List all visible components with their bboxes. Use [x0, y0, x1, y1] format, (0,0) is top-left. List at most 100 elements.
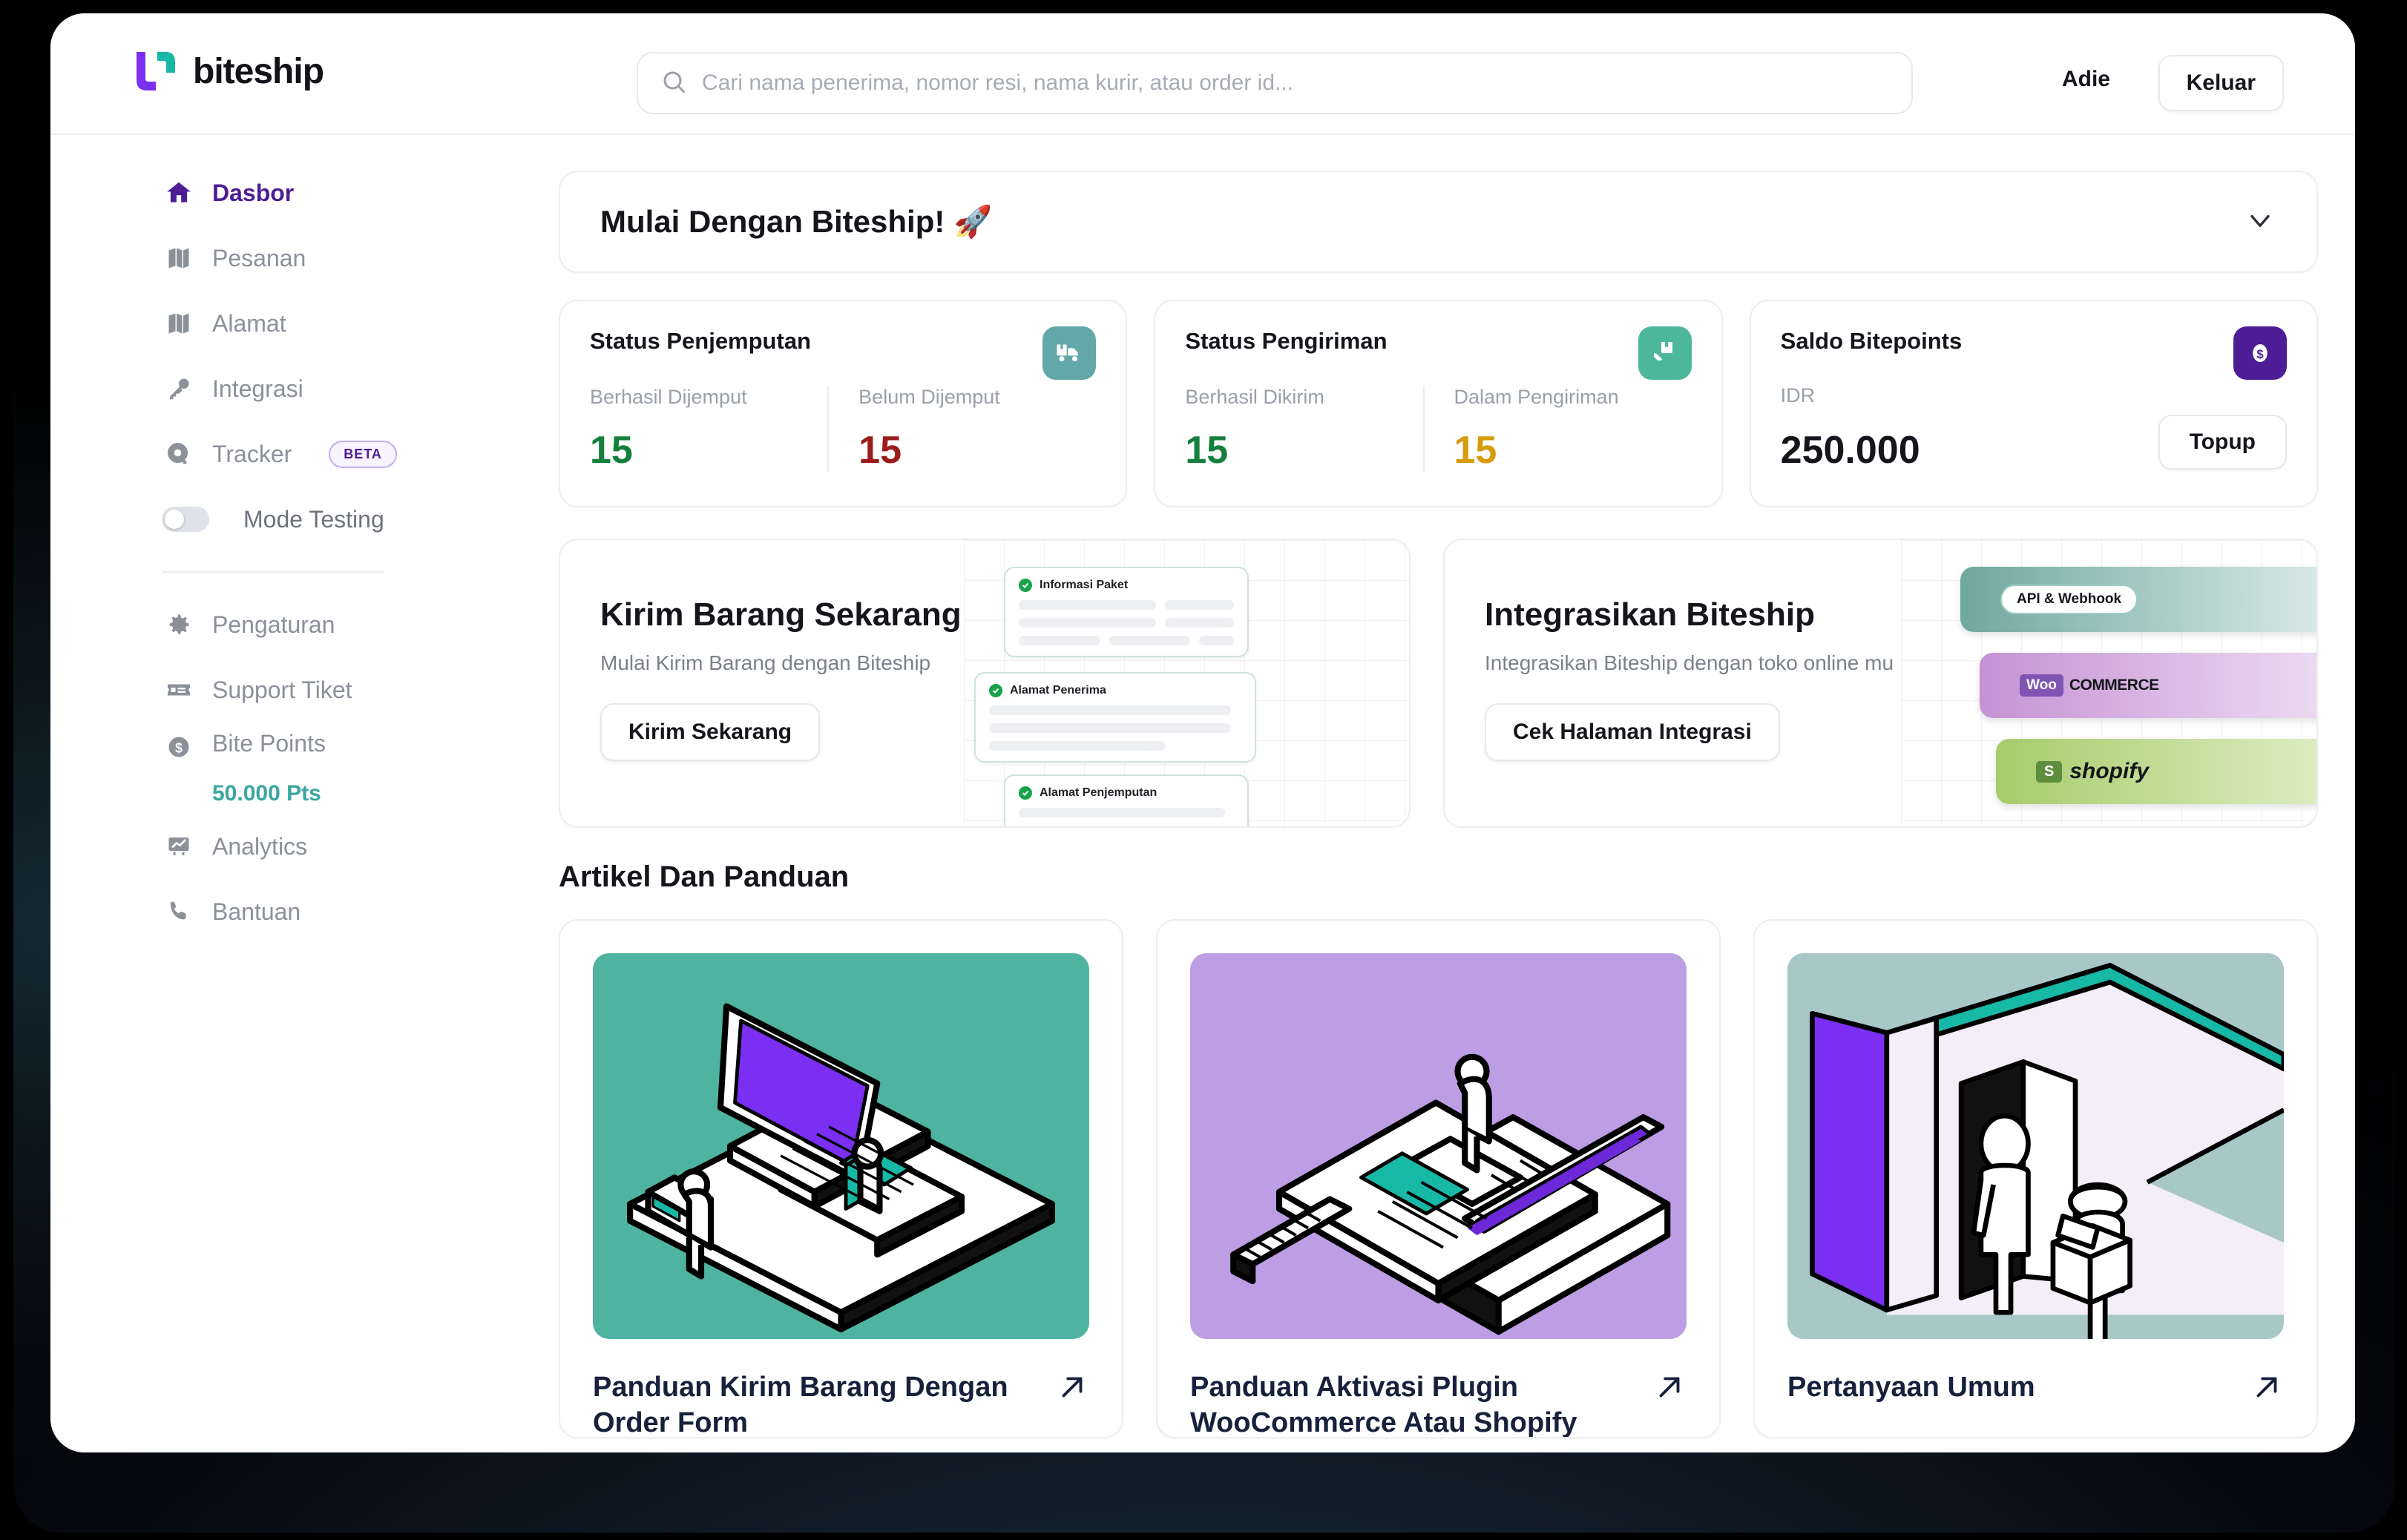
stat-value: 15 — [1185, 429, 1229, 472]
sidebar-item-bantuan[interactable]: Bantuan — [50, 879, 507, 944]
kirim-sekarang-button[interactable]: Kirim Sekarang — [600, 703, 821, 761]
sidebar-item-pengaturan[interactable]: Pengaturan — [50, 592, 507, 657]
sidebar: Dasbor Pesanan Alamat Integrasi Tracker … — [50, 135, 507, 1452]
sidebar-item-dasbor[interactable]: Dasbor — [50, 160, 507, 226]
stat-column: Berhasil Dikirim 15 — [1185, 386, 1422, 473]
stat-card-pickup: Status Penjemputan Berhasil Dijemput 15 — [559, 300, 1128, 507]
sidebar-item-pesanan[interactable]: Pesanan — [50, 226, 507, 291]
map-icon — [163, 243, 194, 274]
arrow-up-right-icon[interactable] — [1055, 1370, 1089, 1404]
article-title: Panduan Kirim Barang Dengan Order Form — [593, 1372, 1008, 1438]
sidebar-item-integrasi[interactable]: Integrasi — [50, 356, 507, 421]
sidebar-item-alamat[interactable]: Alamat — [50, 291, 507, 356]
sidebar-item-label: Pengaturan — [212, 611, 335, 638]
arrow-up-right-icon[interactable] — [1652, 1370, 1687, 1404]
key-icon — [163, 373, 194, 404]
promo-subtitle: Integrasikan Biteship dengan toko online… — [1485, 651, 1894, 674]
sidebar-item-label: Bite Points — [212, 730, 326, 757]
browser-window: biteship Adie Keluar Dasbor — [50, 13, 2355, 1452]
arrow-up-right-icon[interactable] — [2250, 1370, 2284, 1404]
sidebar-item-support-tiket[interactable]: Support Tiket — [50, 657, 507, 723]
app-logo[interactable]: biteship — [132, 47, 324, 96]
stat-card-title: Status Pengiriman — [1185, 328, 1388, 354]
promo-title: Kirim Barang Sekarang — [600, 596, 962, 633]
sidebar-item-label: Alamat — [212, 309, 286, 337]
ticket-icon — [163, 674, 194, 705]
stat-column: Dalam Pengiriman 15 — [1422, 386, 1692, 473]
laptop-purple-illustration — [1190, 953, 1687, 1339]
mini-card: Alamat Penjemputan — [1004, 774, 1249, 826]
stat-card-row: Status Penjemputan Berhasil Dijemput 15 — [559, 300, 2318, 507]
search-input[interactable] — [702, 70, 1889, 96]
map-icon — [163, 308, 194, 339]
truck-box-icon — [1042, 326, 1097, 380]
money-icon: $ — [163, 731, 194, 763]
promo-title: Integrasikan Biteship — [1485, 596, 1816, 633]
svg-text:$: $ — [2256, 348, 2263, 361]
stat-label: Belum Dijemput — [858, 386, 1000, 408]
article-card[interactable]: Panduan Kirim Barang Dengan Order Form — [559, 919, 1123, 1438]
hand-package-icon — [1638, 326, 1692, 380]
integration-pill-label: shopify — [2069, 759, 2150, 783]
integration-pill-label: COMMERCE — [2069, 677, 2159, 694]
phone-icon — [163, 896, 194, 927]
integration-pill-woocommerce: Woo COMMERCE — [1980, 653, 2316, 718]
sidebar-item-analytics[interactable]: Analytics — [50, 814, 507, 879]
search-icon — [660, 68, 687, 99]
balance-amount: 250.000 — [1780, 429, 1920, 472]
stat-label: Dalam Pengiriman — [1454, 386, 1619, 408]
stat-card-balance: Saldo Bitepoints $ IDR 250.000 Topup — [1749, 300, 2318, 507]
stat-label: Berhasil Dikirim — [1185, 386, 1324, 408]
article-title: Pertanyaan Umum — [1787, 1372, 2035, 1403]
sidebar-item-tracker[interactable]: Tracker BETA — [50, 421, 507, 487]
sidebar-item-label: Bantuan — [212, 898, 301, 925]
laptop-teal-illustration — [593, 953, 1089, 1339]
sidebar-item-label: Pesanan — [212, 244, 306, 272]
promo-subtitle: Mulai Kirim Barang dengan Biteship — [600, 651, 931, 674]
woo-logo-icon: Woo — [2020, 674, 2063, 697]
beta-badge: BETA — [329, 440, 397, 468]
gear-icon — [163, 609, 194, 640]
promo-row: Informasi Paket Alamat Penerima Alamat P… — [559, 539, 2318, 828]
article-title: Panduan Aktivasi Plugin WooCommerce Atau… — [1190, 1372, 1577, 1438]
chevron-down-icon[interactable] — [2244, 204, 2276, 240]
delivery-door-illustration — [1787, 953, 2284, 1339]
search-circle-icon — [163, 438, 194, 470]
mini-card-label: Alamat Penjemputan — [1040, 786, 1157, 799]
sidebar-item-label: Support Tiket — [212, 676, 352, 703]
stat-card-title: Status Penjemputan — [590, 328, 811, 354]
check-icon — [1019, 786, 1032, 800]
integration-pill-shopify: S shopify — [1996, 739, 2316, 804]
top-bar: biteship Adie Keluar — [50, 13, 2355, 135]
article-card[interactable]: Panduan Aktivasi Plugin WooCommerce Atau… — [1156, 919, 1721, 1438]
chart-icon — [163, 831, 194, 862]
home-icon — [163, 177, 194, 208]
onboarding-title: Mulai Dengan Biteship! 🚀 — [600, 203, 993, 239]
article-row: Panduan Kirim Barang Dengan Order Form P… — [559, 919, 2318, 1438]
stat-value: 15 — [1454, 429, 1497, 472]
user-name[interactable]: Adie — [2062, 67, 2110, 92]
stat-column: Belum Dijemput 15 — [827, 386, 1096, 473]
articles-section-title: Artikel Dan Panduan — [559, 861, 850, 893]
balance-currency: IDR — [1780, 384, 1816, 407]
stat-card-title: Saldo Bitepoints — [1780, 328, 1963, 354]
sidebar-item-label: Tracker — [212, 440, 292, 467]
toggle-switch-icon[interactable] — [162, 507, 209, 532]
promo-card-integrate: API & Webhook Woo COMMERCE S shopify Int… — [1443, 539, 2318, 828]
onboarding-banner[interactable]: Mulai Dengan Biteship! 🚀 — [559, 171, 2318, 273]
stat-value: 15 — [590, 429, 633, 472]
testing-mode-label: Mode Testing — [243, 505, 384, 533]
topup-button[interactable]: Topup — [2158, 415, 2287, 470]
cek-integrasi-button[interactable]: Cek Halaman Integrasi — [1485, 703, 1780, 761]
sidebar-divider — [162, 571, 384, 573]
stat-label: Berhasil Dijemput — [590, 386, 747, 408]
stat-column: Berhasil Dijemput 15 — [590, 386, 827, 473]
svg-text:$: $ — [175, 741, 183, 756]
biteship-logo-icon — [132, 47, 181, 96]
sidebar-item-bite-points[interactable]: $ Bite Points 50.000 Pts — [50, 723, 507, 814]
search-bar[interactable] — [637, 52, 1913, 114]
testing-mode-toggle[interactable]: Mode Testing — [50, 487, 507, 552]
article-card[interactable]: Pertanyaan Umum — [1753, 919, 2318, 1438]
logout-button[interactable]: Keluar — [2158, 55, 2284, 111]
main-content: Mulai Dengan Biteship! 🚀 Status Penjempu… — [507, 135, 2355, 1452]
